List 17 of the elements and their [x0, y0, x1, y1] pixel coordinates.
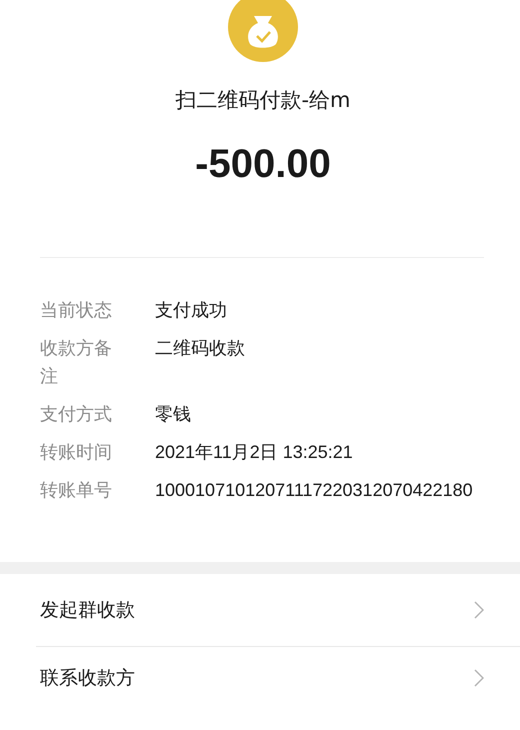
- detail-label: 收款方备注: [40, 337, 113, 388]
- detail-value: 零钱: [155, 403, 192, 426]
- menu-item[interactable]: 发起群收款: [40, 574, 484, 646]
- detail-label: 支付方式: [40, 403, 113, 426]
- detail-value: 10001071012071117220312070422180: [155, 479, 474, 502]
- detail-value: 支付成功: [155, 299, 228, 322]
- payment-title: 扫二维码付款-给m: [175, 87, 351, 114]
- money-bag-icon: [228, 0, 298, 62]
- chevron-right-icon: [474, 601, 484, 619]
- menu-item[interactable]: 联系收款方: [40, 647, 484, 709]
- amount: -500.00: [195, 142, 331, 187]
- detail-label: 转账时间: [40, 441, 113, 464]
- detail-label: 当前状态: [40, 299, 113, 322]
- chevron-right-icon: [474, 669, 484, 687]
- detail-value: 二维码收款: [155, 337, 246, 360]
- detail-value: 2021年11月2日 13:25:21: [155, 441, 354, 464]
- detail-label: 转账单号: [40, 479, 113, 502]
